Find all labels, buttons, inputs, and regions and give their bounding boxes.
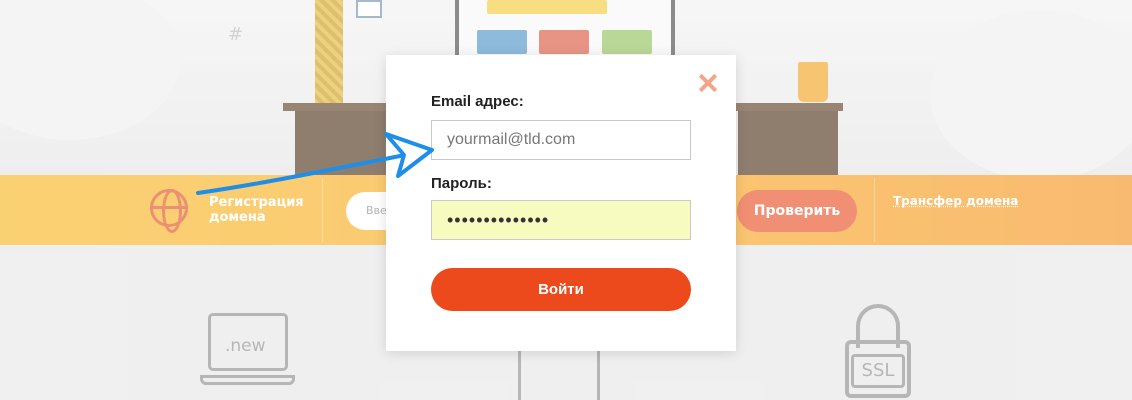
login-button[interactable]: Войти	[431, 268, 691, 311]
password-field[interactable]	[431, 200, 691, 240]
login-modal: Email адрес: Пароль: Войти	[386, 55, 736, 351]
password-label: Пароль:	[431, 175, 492, 192]
email-field[interactable]	[431, 120, 691, 160]
email-label: Email адрес:	[431, 93, 524, 110]
close-icon[interactable]	[696, 71, 720, 95]
